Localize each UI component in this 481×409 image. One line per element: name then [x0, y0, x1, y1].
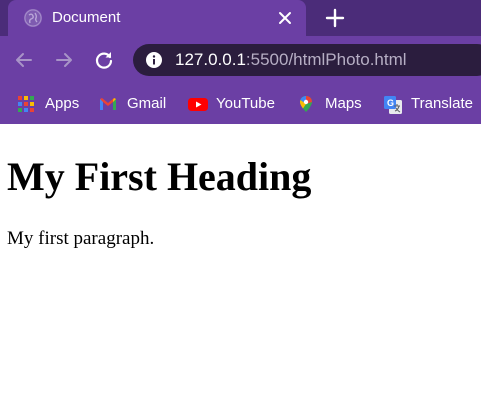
bookmark-apps[interactable]: Apps: [17, 92, 87, 116]
gmail-icon: [99, 95, 117, 113]
translate-icon: G: [383, 95, 402, 114]
bookmark-label: YouTube: [216, 95, 275, 112]
url-host: 127.0.0.1: [175, 50, 246, 69]
arrow-right-icon[interactable]: [53, 49, 75, 71]
bookmark-gmail[interactable]: Gmail: [99, 92, 174, 116]
address-bar[interactable]: 127.0.0.1:5500/htmlPhoto.html: [133, 44, 481, 76]
arrow-left-icon[interactable]: [13, 49, 35, 71]
youtube-icon: [188, 95, 208, 113]
info-icon[interactable]: [145, 51, 163, 69]
close-icon[interactable]: [276, 9, 294, 27]
page-heading: My First Heading: [7, 154, 312, 199]
bookmark-label: Gmail: [127, 95, 167, 112]
page-paragraph: My first paragraph.: [7, 228, 155, 249]
bookmark-translate[interactable]: G Translate: [383, 92, 481, 116]
maps-pin-icon: [297, 95, 315, 113]
tab-document[interactable]: Document: [8, 0, 306, 36]
bookmarks-bar: Apps Gmail YouTube Maps G Translate: [0, 84, 481, 124]
bookmark-maps[interactable]: Maps: [297, 92, 367, 116]
bookmark-label: Maps: [325, 95, 362, 112]
apps-grid-icon: [17, 95, 35, 113]
bookmark-label: Translate: [411, 95, 473, 112]
plus-icon[interactable]: [324, 7, 346, 29]
reload-icon[interactable]: [93, 49, 115, 71]
url-path: :5500/htmlPhoto.html: [245, 50, 407, 69]
svg-text:G: G: [387, 98, 394, 108]
tab-strip: Document: [0, 0, 481, 36]
page-content: My First Heading My first paragraph.: [0, 124, 481, 409]
bookmark-label: Apps: [45, 95, 80, 112]
browser-toolbar: 127.0.0.1:5500/htmlPhoto.html: [0, 36, 481, 84]
tab-title: Document: [52, 9, 121, 26]
globe-icon: [24, 9, 42, 27]
url-text: 127.0.0.1:5500/htmlPhoto.html: [175, 50, 407, 70]
bookmark-youtube[interactable]: YouTube: [188, 92, 283, 116]
